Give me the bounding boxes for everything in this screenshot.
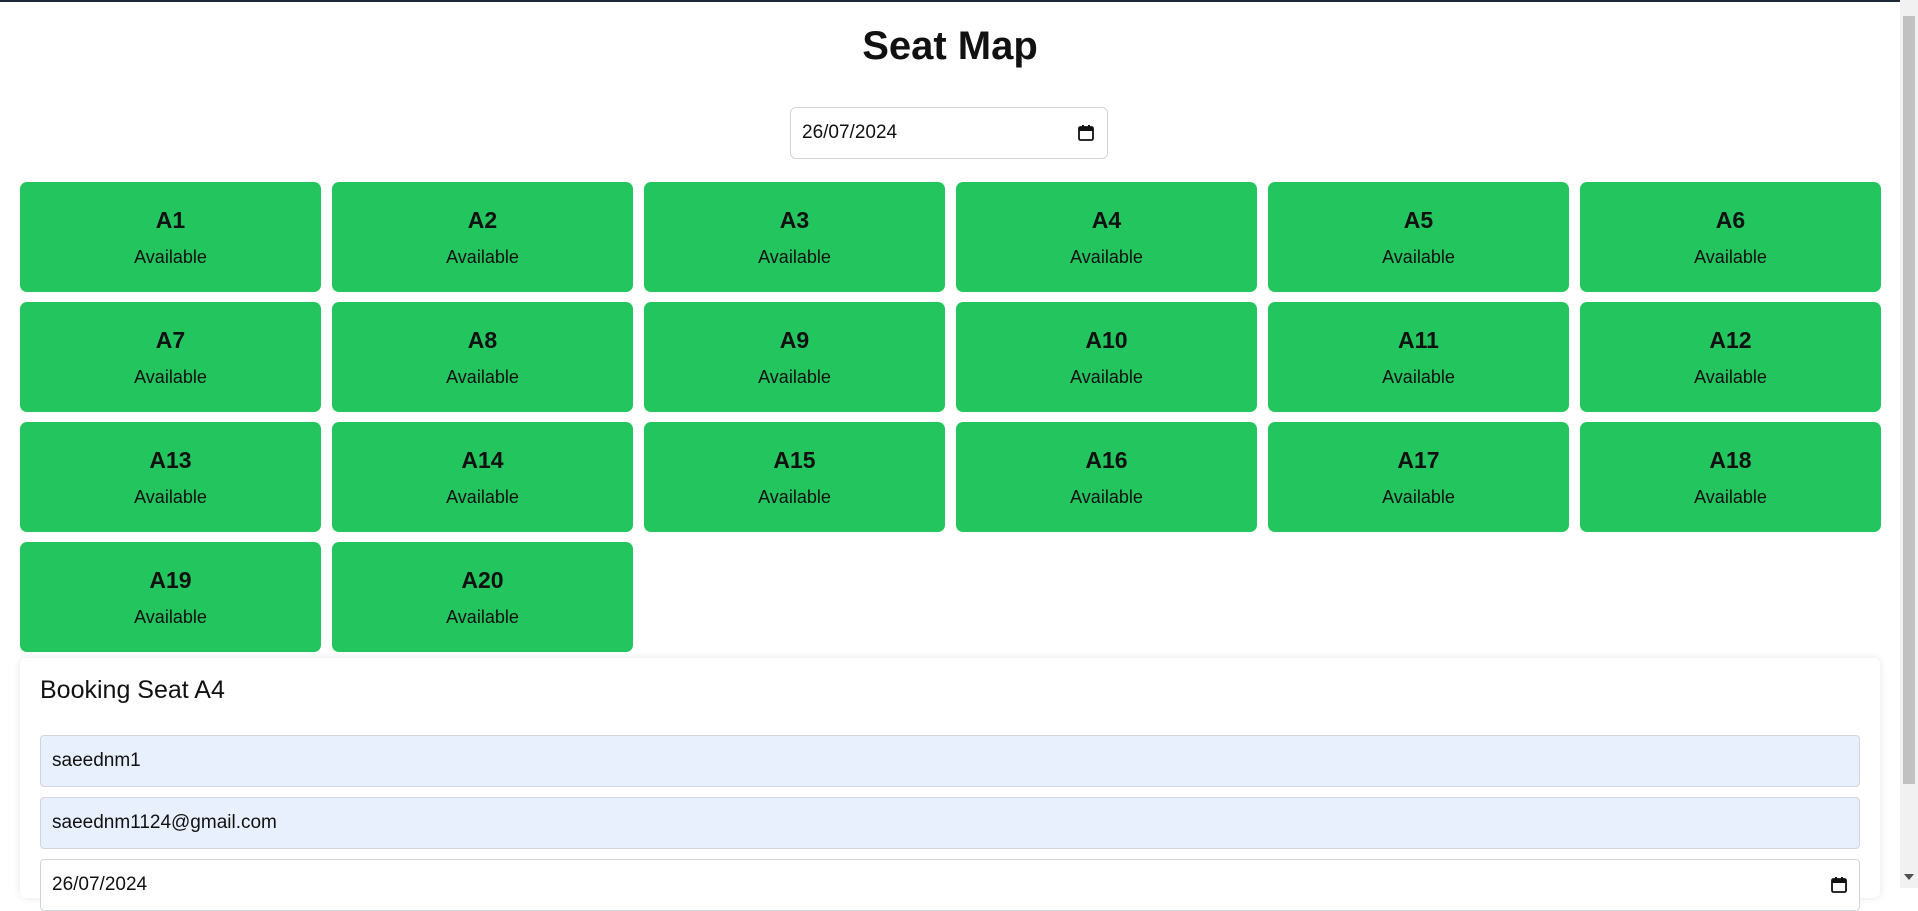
seat-card-a2[interactable]: A2 Available <box>332 182 633 292</box>
seat-status: Available <box>446 367 519 387</box>
name-field-value: saeednm1 <box>52 750 141 771</box>
name-field[interactable]: saeednm1 <box>40 735 1860 787</box>
seat-id: A8 <box>467 327 498 353</box>
seat-id: A7 <box>155 327 186 353</box>
booking-date-value: 26/07/2024 <box>52 874 148 895</box>
seat-card-a11[interactable]: A11 Available <box>1268 302 1569 412</box>
seat-status: Available <box>1382 487 1455 507</box>
seat-id: A12 <box>1709 327 1752 353</box>
booking-heading: Booking Seat A4 <box>40 676 225 704</box>
seat-status: Available <box>758 367 831 387</box>
seat-card-a18[interactable]: A18 Available <box>1580 422 1881 532</box>
calendar-icon[interactable] <box>1077 124 1095 142</box>
seat-status: Available <box>134 367 207 387</box>
seat-id: A11 <box>1398 327 1439 353</box>
seat-grid: A1 Available A2 Available A3 Available A4 Avail… <box>20 182 1881 652</box>
seat-status: Available <box>758 487 831 507</box>
seat-card-a10[interactable]: A10 Available <box>956 302 1257 412</box>
seat-card-a13[interactable]: A13 Available <box>20 422 321 532</box>
date-picker[interactable]: 26/07/2024 <box>790 107 1108 159</box>
seat-id: A19 <box>149 567 192 593</box>
seat-id: A4 <box>1091 207 1122 233</box>
seat-status: Available <box>1070 367 1143 387</box>
seat-status: Available <box>134 487 207 507</box>
scrollbar[interactable] <box>1900 0 1918 888</box>
scroll-down-arrow-icon[interactable] <box>1904 874 1914 880</box>
seat-status: Available <box>1694 367 1767 387</box>
seat-status: Available <box>1382 367 1455 387</box>
seat-id: A3 <box>779 207 810 233</box>
seat-status: Available <box>1694 487 1767 507</box>
page-title: Seat Map <box>862 24 1038 68</box>
seat-card-a5[interactable]: A5 Available <box>1268 182 1569 292</box>
date-picker-value: 26/07/2024 <box>802 122 898 143</box>
seat-status: Available <box>758 247 831 267</box>
scrollbar-thumb[interactable] <box>1903 16 1915 784</box>
email-field-value: saeednm1124@gmail.com <box>52 812 277 833</box>
seat-id: A1 <box>155 207 186 233</box>
seat-id: A5 <box>1403 207 1434 233</box>
seat-status: Available <box>446 607 519 627</box>
booking-date-field[interactable]: 26/07/2024 <box>40 859 1860 911</box>
seat-status: Available <box>134 607 207 627</box>
booking-panel: Booking Seat A4 saeednm1 saeednm1124@gma… <box>20 658 1880 911</box>
seat-status: Available <box>446 247 519 267</box>
seat-id: A10 <box>1085 327 1128 353</box>
seat-card-a19[interactable]: A19 Available <box>20 542 321 652</box>
seat-status: Available <box>1694 247 1767 267</box>
seat-status: Available <box>134 247 207 267</box>
seat-card-a3[interactable]: A3 Available <box>644 182 945 292</box>
seat-status: Available <box>1070 487 1143 507</box>
seat-status: Available <box>446 487 519 507</box>
seat-card-a1[interactable]: A1 Available <box>20 182 321 292</box>
seat-card-a6[interactable]: A6 Available <box>1580 182 1881 292</box>
seat-card-a15[interactable]: A15 Available <box>644 422 945 532</box>
calendar-icon[interactable] <box>1830 876 1848 894</box>
seat-id: A13 <box>149 447 192 473</box>
seat-status: Available <box>1070 247 1143 267</box>
seat-card-a16[interactable]: A16 Available <box>956 422 1257 532</box>
seat-id: A18 <box>1709 447 1752 473</box>
seat-id: A20 <box>461 567 504 593</box>
seat-card-a12[interactable]: A12 Available <box>1580 302 1881 412</box>
seat-card-a9[interactable]: A9 Available <box>644 302 945 412</box>
seat-id: A6 <box>1715 207 1746 233</box>
seat-id: A2 <box>467 207 498 233</box>
seat-map-page: Seat Map 26/07/2024 A1 Available A2 Availab… <box>0 0 1900 911</box>
seat-card-a17[interactable]: A17 Available <box>1268 422 1569 532</box>
seat-card-a14[interactable]: A14 Available <box>332 422 633 532</box>
seat-id: A9 <box>779 327 810 353</box>
seat-card-a4[interactable]: A4 Available <box>956 182 1257 292</box>
seat-card-a8[interactable]: A8 Available <box>332 302 633 412</box>
seat-id: A16 <box>1085 447 1128 473</box>
seat-id: A15 <box>773 447 816 473</box>
seat-id: A17 <box>1397 447 1440 473</box>
seat-id: A14 <box>461 447 504 473</box>
seat-status: Available <box>1382 247 1455 267</box>
seat-card-a20[interactable]: A20 Available <box>332 542 633 652</box>
seat-card-a7[interactable]: A7 Available <box>20 302 321 412</box>
email-field[interactable]: saeednm1124@gmail.com <box>40 797 1860 849</box>
